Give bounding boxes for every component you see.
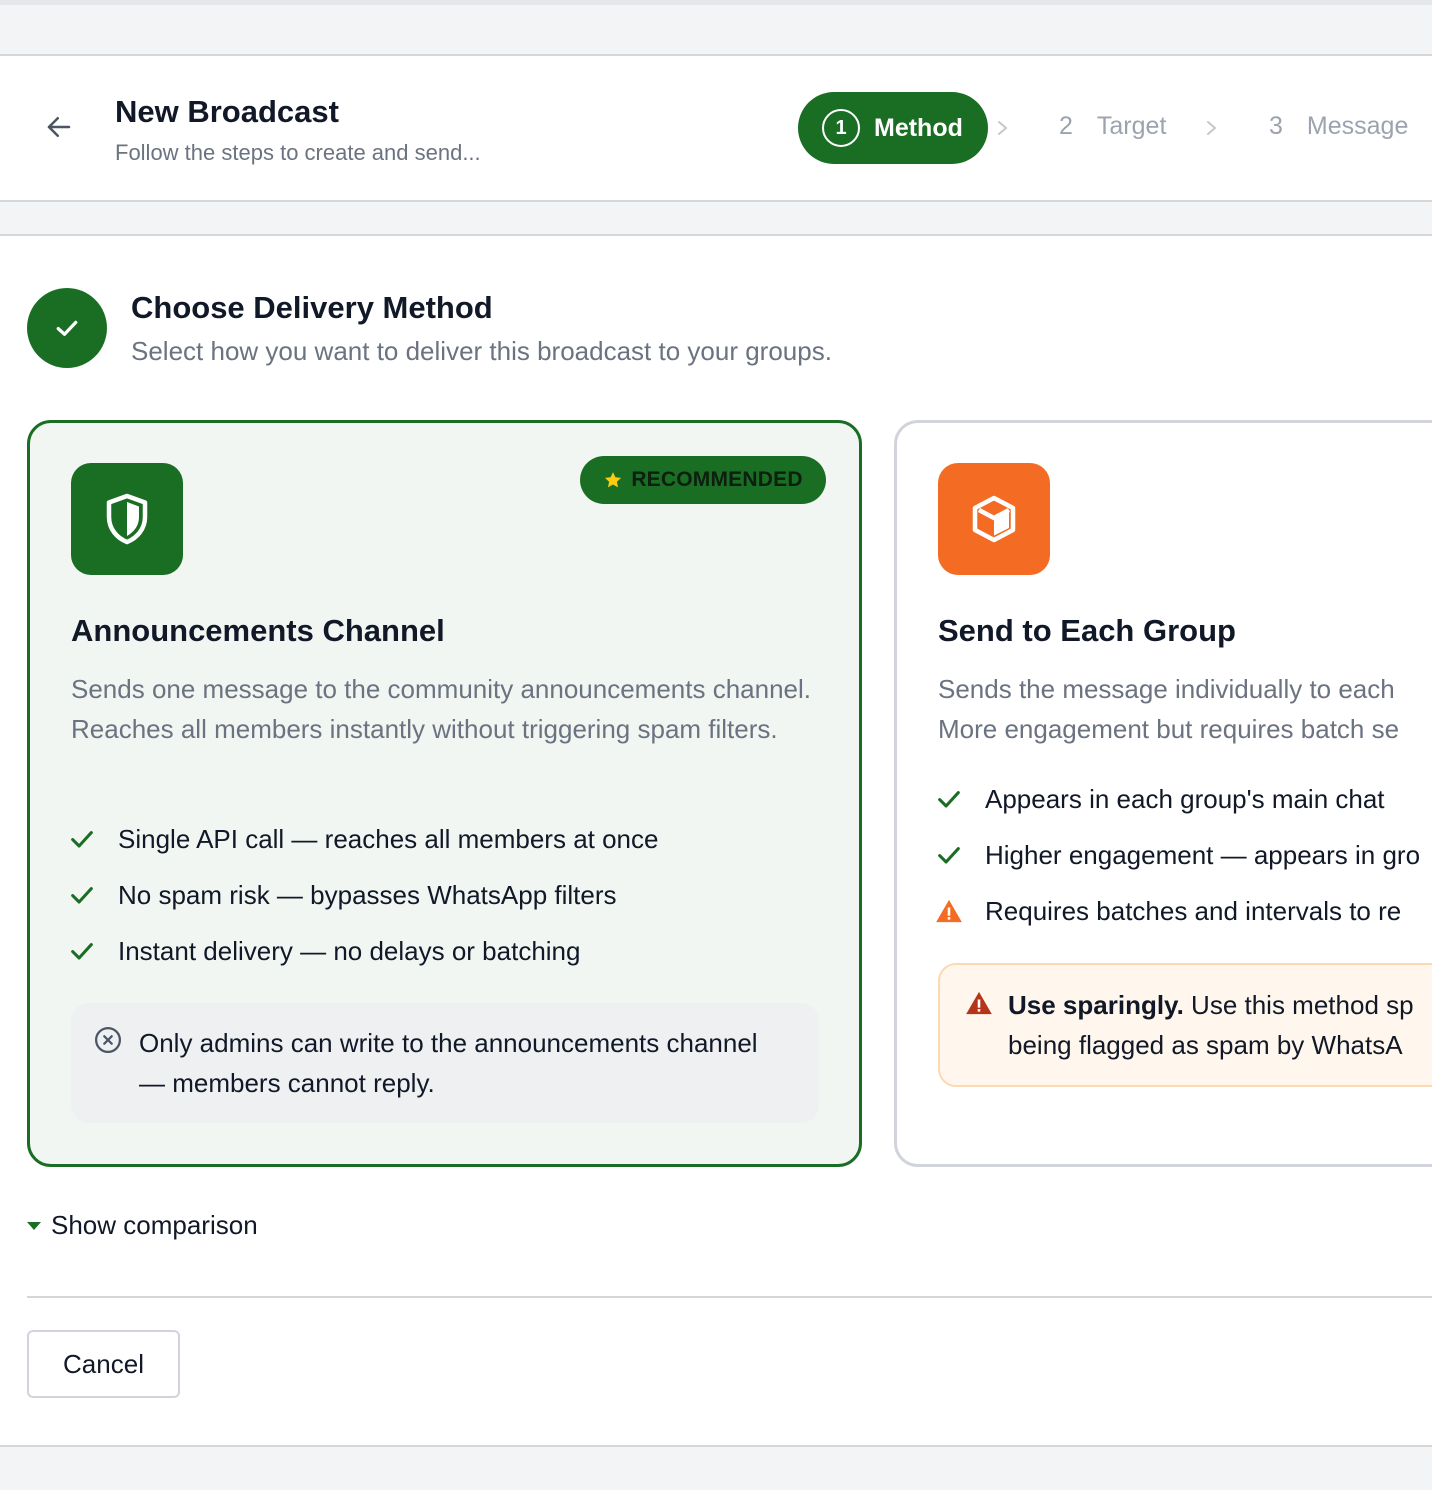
check-icon [938, 791, 960, 808]
card-description: Sends the message individually to each M… [938, 669, 1432, 749]
check-icon [71, 887, 93, 904]
feature-item: Instant delivery — no delays or batching [68, 931, 580, 971]
warning-callout: Use sparingly. Use this method sp being … [938, 963, 1432, 1087]
warning-emphasis: Use sparingly. [1008, 990, 1184, 1020]
step-number: 1 [822, 109, 860, 147]
method-card-announcements[interactable]: RECOMMENDED Announcements Channel Sends … [27, 420, 862, 1167]
feature-text: Instant delivery — no delays or batching [118, 935, 581, 966]
top-strip [0, 0, 1432, 56]
feature-item: Appears in each group's main chat [935, 779, 1385, 819]
step-number: 3 [1269, 112, 1283, 140]
section-subtitle: Select how you want to deliver this broa… [131, 336, 832, 366]
feature-text: No spam risk — bypasses WhatsApp filters [118, 879, 617, 910]
step-label: Method [874, 113, 963, 142]
page-subtitle: Follow the steps to create and send... [115, 140, 481, 165]
page-header: New Broadcast Follow the steps to create… [0, 56, 1432, 202]
page-title: New Broadcast [115, 94, 339, 129]
card-icon-tile [71, 463, 183, 575]
content-gap [0, 202, 1432, 236]
star-icon [605, 472, 622, 488]
limitation-note: Only admins can write to the announcemen… [71, 1003, 819, 1123]
box-icon [972, 495, 1016, 543]
warning-triangle-icon [966, 991, 992, 1015]
note-text: Only admins can write to the announcemen… [139, 1028, 758, 1098]
shield-icon [106, 493, 148, 545]
check-icon [938, 847, 960, 864]
step-target[interactable]: 2 Target [1059, 112, 1166, 141]
description-line: Sends the message individually to each [938, 674, 1395, 704]
step-number: 2 [1059, 112, 1073, 140]
feature-item: Requires batches and intervals to re [935, 891, 1401, 931]
toggle-label: Show comparison [51, 1210, 258, 1240]
section-title: Choose Delivery Method [131, 290, 493, 325]
chevron-right-icon [1207, 121, 1217, 135]
back-button[interactable] [40, 108, 78, 146]
show-comparison-toggle[interactable]: Show comparison [27, 1210, 258, 1241]
method-card-each-group[interactable]: Send to Each Group Sends the message ind… [894, 420, 1432, 1167]
x-circle-icon [95, 1027, 121, 1053]
check-icon [56, 320, 78, 336]
step-message[interactable]: 3 Message [1269, 112, 1408, 141]
check-icon [71, 831, 93, 848]
main-panel: Choose Delivery Method Select how you wa… [0, 236, 1432, 1447]
warning-triangle-icon [936, 899, 962, 923]
step-label: Message [1306, 112, 1409, 140]
feature-text: Requires batches and intervals to re [985, 895, 1402, 926]
section-check-badge [27, 288, 107, 368]
feature-item: No spam risk — bypasses WhatsApp filters [68, 875, 617, 915]
check-icon [71, 943, 93, 960]
step-label: Target [1096, 112, 1167, 140]
card-title: Announcements Channel [71, 613, 445, 648]
card-description: Sends one message to the community annou… [71, 674, 812, 744]
description-line: More engagement but requires batch se [938, 714, 1400, 744]
card-icon-tile [938, 463, 1050, 575]
warning-text: Use sparingly. Use this method sp being … [1008, 985, 1432, 1065]
cancel-button[interactable]: Cancel [27, 1330, 180, 1398]
feature-text: Appears in each group's main chat [985, 783, 1385, 814]
feature-text: Single API call — reaches all members at… [118, 823, 659, 854]
divider [27, 1296, 1432, 1298]
feature-text: Higher engagement — appears in gro [985, 839, 1421, 870]
feature-item: Higher engagement — appears in gro [935, 835, 1420, 875]
step-method[interactable]: 1 Method [798, 92, 988, 164]
recommended-badge: RECOMMENDED [580, 456, 826, 504]
chevron-right-icon [998, 121, 1008, 135]
feature-item: Single API call — reaches all members at… [68, 819, 658, 859]
warning-body-line2: being flagged as spam by WhatsA [1008, 1030, 1403, 1060]
warning-body: Use this method sp [1183, 990, 1414, 1020]
arrow-left-icon [47, 117, 71, 137]
badge-label: RECOMMENDED [631, 468, 803, 491]
caret-down-icon [27, 1221, 41, 1230]
card-title: Send to Each Group [938, 613, 1236, 648]
